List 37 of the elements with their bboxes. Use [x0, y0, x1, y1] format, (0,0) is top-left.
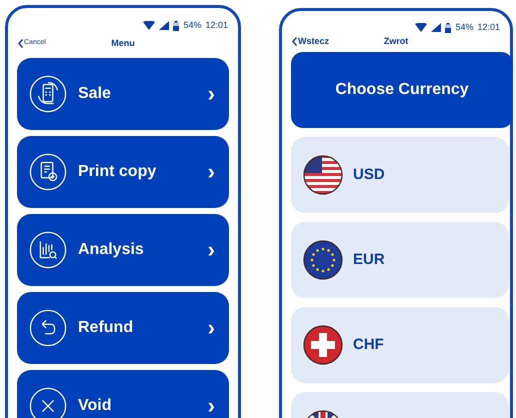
chevron-glyph: ›	[208, 239, 215, 261]
flag-icon	[303, 155, 343, 195]
chevron-glyph: ›	[208, 83, 215, 105]
battery-icon	[173, 20, 180, 31]
battery-percentage: 54%	[455, 21, 474, 34]
wifi-icon	[415, 23, 428, 32]
back-button[interactable]: Wstecz	[292, 34, 330, 48]
clock-time: 12:01	[477, 21, 500, 34]
sale-icon	[29, 75, 67, 113]
wifi-icon	[143, 21, 156, 30]
currency-option[interactable]: CHF	[291, 307, 509, 383]
print-icon	[29, 153, 67, 191]
chevron-left-icon	[18, 39, 23, 48]
battery-icon	[445, 22, 452, 33]
screen-title: Zwrot	[384, 34, 408, 48]
menu-item[interactable]: Print copy ›	[17, 136, 229, 208]
flag-icon	[303, 325, 343, 365]
screen-title: Menu	[111, 36, 135, 50]
currency-option[interactable]: EUR	[291, 222, 509, 298]
chevron-glyph: ›	[208, 161, 215, 183]
currency-option[interactable]: USD	[291, 137, 509, 213]
menu-item[interactable]: Sale ›	[17, 58, 229, 130]
chevron-glyph: ›	[208, 395, 215, 417]
clock-time: 12:01	[205, 18, 228, 32]
chevron-glyph: ›	[208, 317, 215, 339]
analysis-icon	[29, 231, 67, 269]
menu-item[interactable]: Void ›	[17, 370, 229, 418]
heading-text: Choose Currency	[335, 80, 469, 100]
chevron-left-icon	[292, 36, 297, 46]
signal-icon	[431, 23, 442, 32]
refund-icon	[29, 309, 67, 347]
menu-item[interactable]: Analysis ›	[17, 214, 229, 286]
menu-item[interactable]: Refund ›	[17, 292, 229, 364]
signal-icon	[159, 21, 170, 30]
flag-icon	[303, 240, 343, 280]
void-icon	[29, 387, 67, 418]
battery-percentage: 54%	[183, 18, 202, 32]
